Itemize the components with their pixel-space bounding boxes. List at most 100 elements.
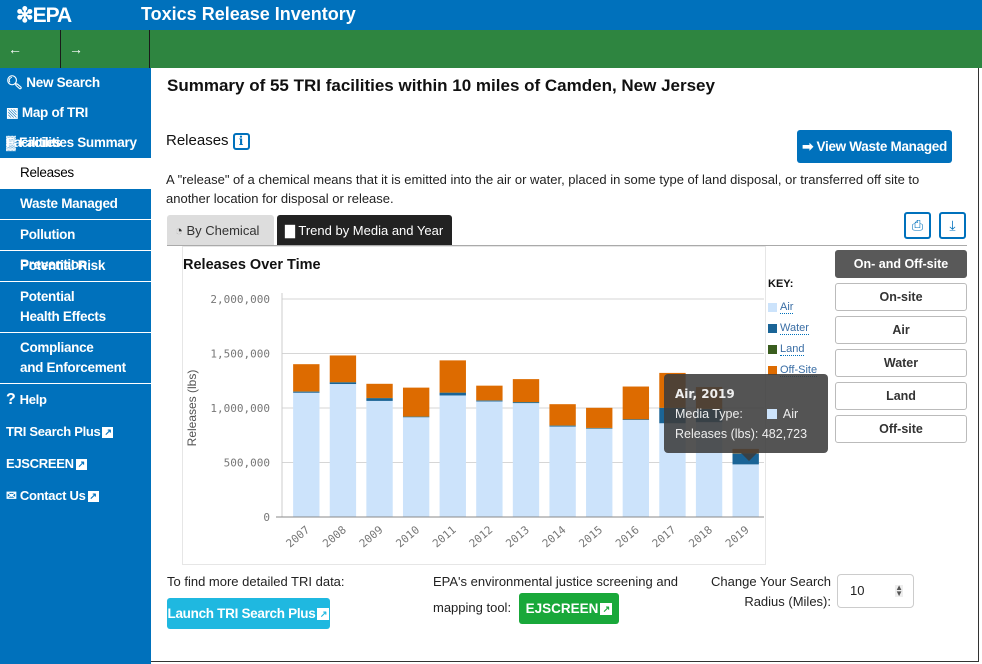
- bar-offsite-2014: [549, 404, 576, 426]
- external-link-icon: ↗: [102, 427, 114, 439]
- print-button[interactable]: ⎙: [904, 212, 931, 239]
- x-tick-label: 2019: [723, 523, 752, 550]
- x-tick-label: 2014: [540, 523, 569, 550]
- x-tick-label: 2016: [613, 523, 642, 550]
- sidebar-item-map[interactable]: ▧ Map of TRI Facilities: [0, 98, 151, 150]
- external-link-icon: ↗: [87, 491, 99, 503]
- bar-offsite-2016: [622, 386, 650, 420]
- x-tick-label: 2007: [284, 523, 313, 550]
- y-tick-label: 0: [263, 511, 270, 524]
- x-tick-label: 2015: [577, 523, 606, 550]
- download-icon: ⤓: [949, 217, 956, 233]
- sidebar-item-waste-managed[interactable]: Waste Managed: [0, 189, 151, 220]
- y-tick-label: 1,500,000: [210, 348, 270, 361]
- sidebar-item-facilities-summary[interactable]: ▓ Facilities Summary: [0, 128, 151, 158]
- tooltip-releases: Releases (lbs): 482,723: [675, 427, 808, 441]
- info-icon[interactable]: i: [232, 132, 250, 150]
- external-link-icon: ↗: [317, 608, 330, 621]
- legend-swatch: [768, 344, 777, 354]
- x-tick-label: 2018: [686, 523, 715, 550]
- bar-air-2009: [366, 400, 393, 517]
- help-icon: ?: [6, 391, 20, 408]
- bar-air-2012: [476, 401, 503, 517]
- ej-text-2: mapping tool:: [433, 600, 512, 615]
- x-tick-label: 2008: [320, 523, 349, 550]
- bar-water-2009: [366, 398, 393, 401]
- legend-item-water[interactable]: Water: [768, 321, 828, 342]
- external-link-icon: ↗: [600, 603, 613, 616]
- tab-by-chemical[interactable]: ◔ By Chemical: [167, 215, 274, 246]
- bar-offsite-2011: [439, 360, 466, 393]
- bar-air-2007: [293, 392, 320, 517]
- releases-description: A "release" of a chemical means that it …: [166, 172, 920, 206]
- ej-text: EPA's environmental justice screening an…: [433, 574, 679, 589]
- bar-air-2008: [329, 384, 357, 517]
- bar-offsite-2009: [366, 383, 393, 398]
- sidebar-item-new-search[interactable]: 🔍︎ New Search: [0, 68, 151, 98]
- bar-offsite-2007: [293, 364, 320, 392]
- sidebar-item-help[interactable]: ? Help: [0, 384, 151, 416]
- sidebar-item-contact-us[interactable]: ✉ Contact Us ↗: [0, 480, 151, 512]
- bar-water-2013: [512, 402, 540, 404]
- forward-button[interactable]: → Forward: [61, 30, 150, 95]
- legend-swatch: [768, 323, 777, 333]
- pie-chart-icon: ◔: [175, 223, 187, 238]
- sidebar-item-ejscreen[interactable]: EJSCREEN ↗: [0, 448, 151, 480]
- chart-legend: KEY: Air Water Land Off-Site: [768, 278, 828, 384]
- sidebar-item-potential-health-effects[interactable]: Potential Health Effects: [0, 282, 151, 333]
- bar-water-2007: [293, 391, 320, 393]
- search-radius-input[interactable]: 10 ▲ ▼: [837, 574, 914, 608]
- filter-land[interactable]: Land: [835, 382, 967, 410]
- envelope-icon: ✉: [6, 488, 20, 503]
- y-tick-label: 2,000,000: [210, 293, 270, 306]
- launch-tri-search-plus-button[interactable]: Launch TRI Search Plus ↗: [167, 598, 330, 629]
- filter-on-and-off-site[interactable]: On- and Off-site: [835, 250, 967, 278]
- sidebar-item-compliance[interactable]: Compliance and Enforcement: [0, 333, 151, 384]
- sidebar-item-potential-risk[interactable]: Potential Risk: [0, 251, 151, 282]
- sidebar-item-tri-search-plus[interactable]: TRI Search Plus ↗: [0, 416, 151, 448]
- legend-item-air[interactable]: Air: [768, 300, 828, 321]
- legend-item-land[interactable]: Land: [768, 342, 828, 363]
- bar-air-2011: [439, 395, 466, 517]
- arrow-circle-right-icon: ➡: [802, 139, 817, 154]
- filter-air[interactable]: Air: [835, 316, 967, 344]
- bar-air-2014: [549, 426, 576, 517]
- tooltip-swatch: [766, 409, 777, 419]
- view-waste-managed-button[interactable]: ➡ View Waste Managed: [797, 130, 952, 163]
- external-link-icon: ↗: [75, 459, 87, 471]
- filter-on-site[interactable]: On-site: [835, 283, 967, 311]
- bar-water-2016: [622, 419, 650, 420]
- bar-water-2014: [549, 425, 576, 427]
- bar-chart-icon: ▇: [285, 223, 299, 238]
- top-header: ❇EPA Toxics Release Inventory: [0, 0, 982, 30]
- main-content: Summary of 55 TRI facilities within 10 m…: [151, 68, 979, 662]
- ejscreen-button[interactable]: EJSCREEN ↗: [519, 593, 619, 624]
- tab-trend-by-media-year[interactable]: ▇ Trend by Media and Year: [277, 215, 452, 246]
- y-tick-label: 500,000: [224, 457, 270, 470]
- x-tick-label: 2011: [430, 523, 459, 550]
- filter-water[interactable]: Water: [835, 349, 967, 377]
- bar-water-2012: [476, 400, 503, 402]
- tooltip-title: Air, 2019: [675, 387, 735, 401]
- back-button[interactable]: ← Back: [0, 30, 61, 95]
- bar-offsite-2010: [402, 387, 430, 417]
- chart-title: Releases Over Time: [183, 257, 321, 273]
- bar-offsite-2013: [512, 379, 540, 403]
- x-tick-label: 2017: [650, 523, 679, 550]
- bar-water-2011: [439, 392, 466, 396]
- x-tick-label: 2013: [503, 523, 532, 550]
- bar-offsite-2008: [329, 355, 357, 383]
- media-filter-group: On- and Off-site On-site Air Water Land …: [835, 250, 967, 448]
- bar-water-2015: [586, 428, 613, 429]
- epa-logo[interactable]: ❇EPA: [16, 3, 72, 28]
- spinner-arrows-icon[interactable]: ▲ ▼: [895, 584, 903, 598]
- bar-air-2016: [622, 419, 650, 517]
- download-button[interactable]: ⤓: [939, 212, 966, 239]
- tooltip-media-type: Media Type: Air: [675, 407, 799, 421]
- sidebar-item-releases[interactable]: Releases: [0, 158, 151, 189]
- bar-offsite-2015: [586, 407, 613, 428]
- filter-off-site[interactable]: Off-site: [835, 415, 967, 443]
- sidebar-item-pollution-prevention[interactable]: Pollution Prevention: [0, 220, 151, 272]
- bar-air-2010: [402, 417, 430, 517]
- bar-air-2019: [732, 464, 759, 517]
